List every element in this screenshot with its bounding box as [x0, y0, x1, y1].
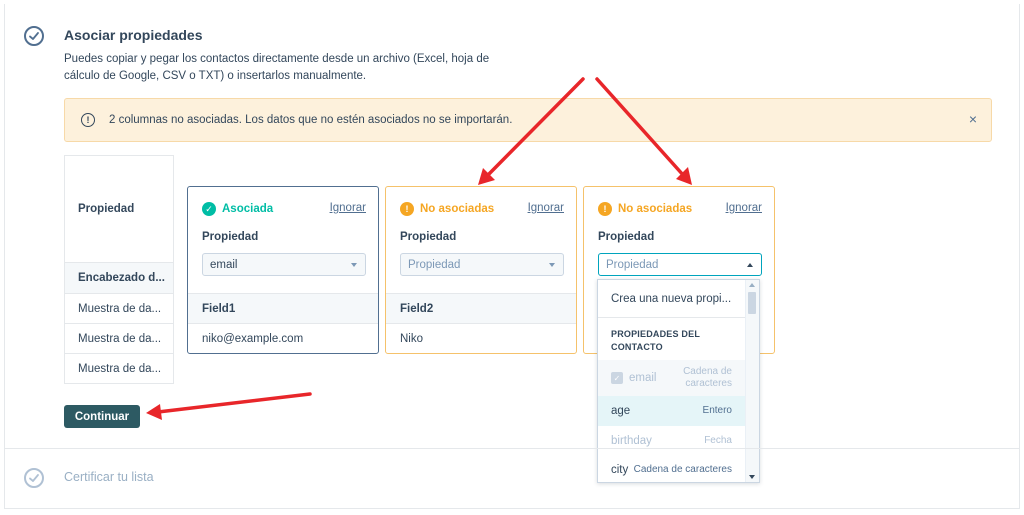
create-property-option[interactable]: Crea una nueva propi... [598, 280, 746, 318]
chevron-up-icon [747, 263, 753, 267]
unmapped-columns-alert: ! 2 columnas no asociadas. Los datos que… [64, 98, 992, 142]
check-circle-icon: ✓ [202, 202, 216, 216]
column-header-value: Field1 [188, 293, 378, 324]
alert-text: 2 columnas no asociadas. Los datos que n… [109, 114, 513, 126]
chevron-down-icon [351, 263, 357, 267]
property-select[interactable]: Propiedad [400, 253, 564, 276]
property-label: Propiedad [400, 231, 457, 243]
continue-button[interactable]: Continuar [64, 405, 140, 428]
ignore-link[interactable]: Ignorar [528, 202, 564, 214]
column-card-field2: ! No asociadas Ignorar Propiedad Propied… [385, 186, 577, 354]
scrollbar-thumb[interactable] [748, 292, 756, 314]
next-step-title: Certificar tu lista [64, 470, 154, 484]
property-select[interactable]: Propiedad [598, 253, 762, 276]
column-sample-value: niko@example.com [202, 333, 304, 345]
column-sample-value: Niko [400, 333, 424, 345]
scroll-up-arrow-icon[interactable] [749, 283, 755, 287]
column-status: ! No asociadas [598, 202, 692, 216]
row-label-sample: Muestra de da... [65, 323, 173, 353]
step-description: Puedes copiar y pegar los contactos dire… [64, 53, 490, 82]
row-label-header: Encabezado d... [65, 262, 173, 293]
dropdown-option[interactable]: birthday Fecha [598, 426, 746, 456]
row-label-sample: Muestra de da... [65, 293, 173, 323]
dropdown-option[interactable]: age Entero [598, 396, 746, 426]
dropdown-option[interactable]: city Cadena de caracteres [598, 456, 746, 482]
row-label-property: Propiedad [78, 203, 135, 215]
step-divider [4, 448, 1020, 449]
column-card-field1: ✓ Asociada Ignorar Propiedad email Field… [187, 186, 379, 354]
warning-circle-icon: ! [598, 202, 612, 216]
step-title: Asociar propiedades [64, 27, 203, 43]
warning-icon: ! [81, 113, 95, 127]
warning-circle-icon: ! [400, 202, 414, 216]
column-header-value: Field2 [386, 293, 576, 324]
dropdown-scrollbar[interactable] [745, 280, 759, 482]
property-label: Propiedad [202, 231, 259, 243]
chevron-down-icon [549, 263, 555, 267]
step-complete-check-icon [24, 26, 44, 46]
checkbox-checked-icon: ✓ [611, 372, 623, 384]
close-icon[interactable]: × [969, 111, 977, 127]
ignore-link[interactable]: Ignorar [330, 202, 366, 214]
dropdown-group-label: PROPIEDADES DEL CONTACTO [611, 329, 700, 352]
property-label: Propiedad [598, 231, 655, 243]
row-label-sample: Muestra de da... [65, 353, 173, 383]
property-select[interactable]: email [202, 253, 366, 276]
ignore-link[interactable]: Ignorar [726, 202, 762, 214]
column-status: ✓ Asociada [202, 202, 273, 216]
property-dropdown-menu: Crea una nueva propi... PROPIEDADES DEL … [597, 279, 760, 483]
scroll-down-arrow-icon[interactable] [749, 475, 755, 479]
row-labels-column: Propiedad Encabezado d... Muestra de da.… [64, 155, 174, 384]
column-status: ! No asociadas [400, 202, 494, 216]
step-pending-check-icon [24, 468, 44, 488]
dropdown-option: ✓ email Cadena de caracteres [598, 360, 746, 396]
